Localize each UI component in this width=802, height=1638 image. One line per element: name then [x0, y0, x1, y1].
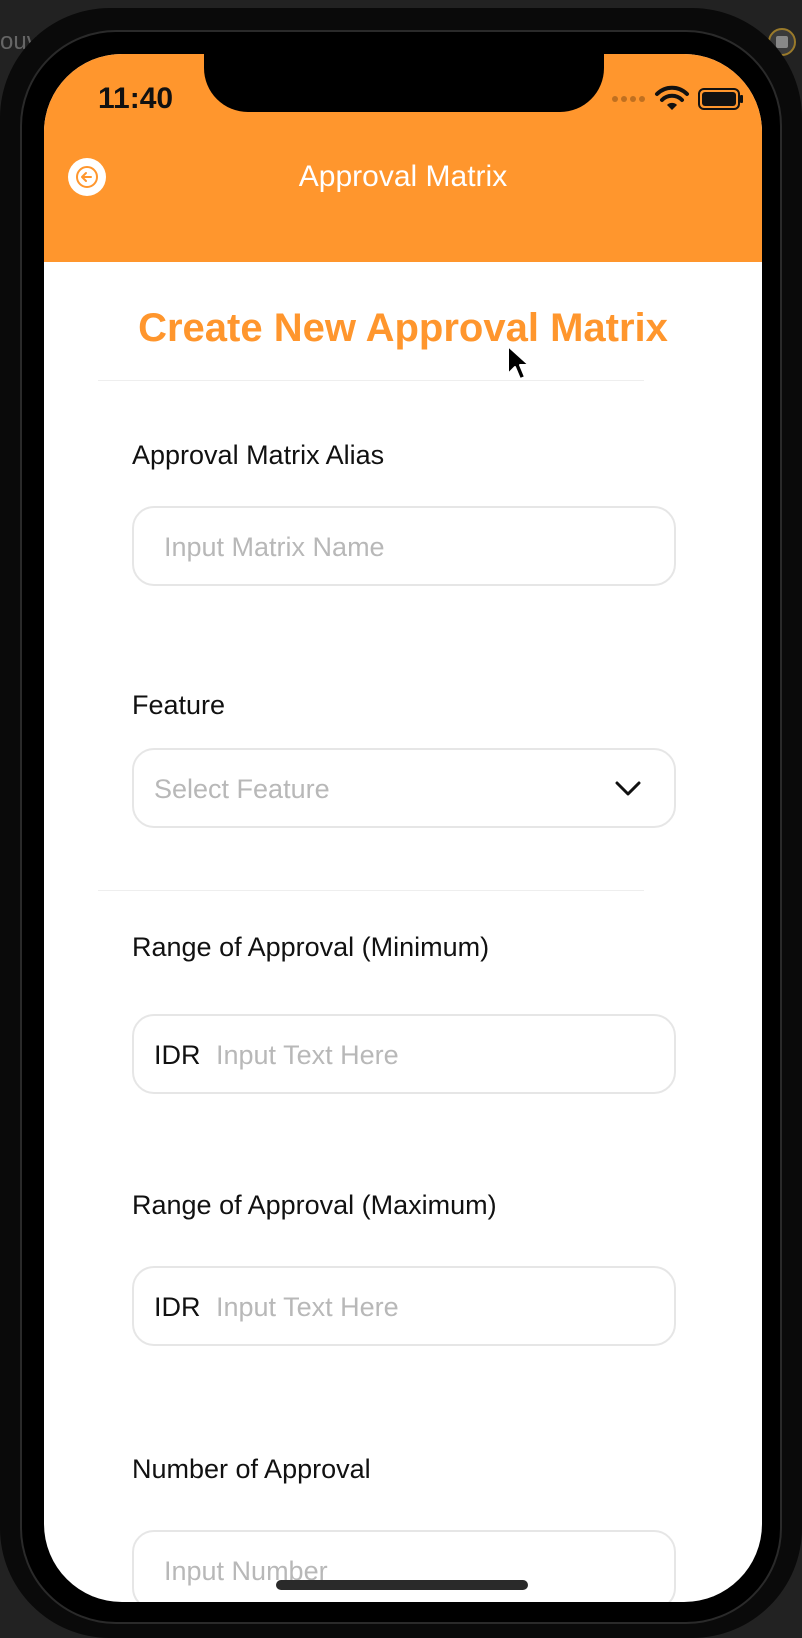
range-max-currency: IDR: [154, 1292, 201, 1322]
phone-screen: 11:40 Approval Matrix Create New Approva…: [44, 54, 762, 1602]
page-title: Create New Approval Matrix: [138, 306, 668, 350]
num-approval-input[interactable]: Input Number: [132, 1530, 676, 1602]
feature-select[interactable]: Select Feature: [132, 748, 676, 828]
range-max-label: Range of Approval (Maximum): [132, 1190, 497, 1220]
alias-label: Approval Matrix Alias: [132, 440, 385, 470]
matrix-name-placeholder: Input Matrix Name: [164, 532, 385, 562]
feature-placeholder: Select Feature: [154, 774, 330, 804]
section-divider: [98, 890, 644, 891]
home-indicator: [276, 1580, 528, 1590]
title-divider: [98, 380, 644, 381]
status-indicators: [610, 84, 750, 114]
app-header: 11:40 Approval Matrix: [44, 54, 762, 262]
range-max-placeholder: Input Text Here: [216, 1292, 399, 1322]
phone-notch: [204, 54, 604, 112]
range-max-input[interactable]: IDR Input Text Here: [132, 1266, 676, 1346]
range-min-currency: IDR: [154, 1040, 201, 1070]
signal-icon: [612, 96, 646, 104]
chevron-down-icon: [615, 781, 641, 796]
battery-icon: [698, 88, 743, 110]
range-min-label: Range of Approval (Minimum): [132, 932, 490, 962]
feature-label: Feature: [132, 690, 226, 720]
num-approval-label: Number of Approval: [132, 1454, 371, 1484]
mouse-cursor-icon: [507, 345, 530, 380]
header-title: Approval Matrix: [298, 160, 508, 193]
status-time: 11:40: [98, 82, 174, 115]
range-min-input[interactable]: IDR Input Text Here: [132, 1014, 676, 1094]
matrix-name-input[interactable]: Input Matrix Name: [132, 506, 676, 586]
wifi-icon: [655, 85, 689, 110]
range-min-placeholder: Input Text Here: [216, 1040, 399, 1070]
